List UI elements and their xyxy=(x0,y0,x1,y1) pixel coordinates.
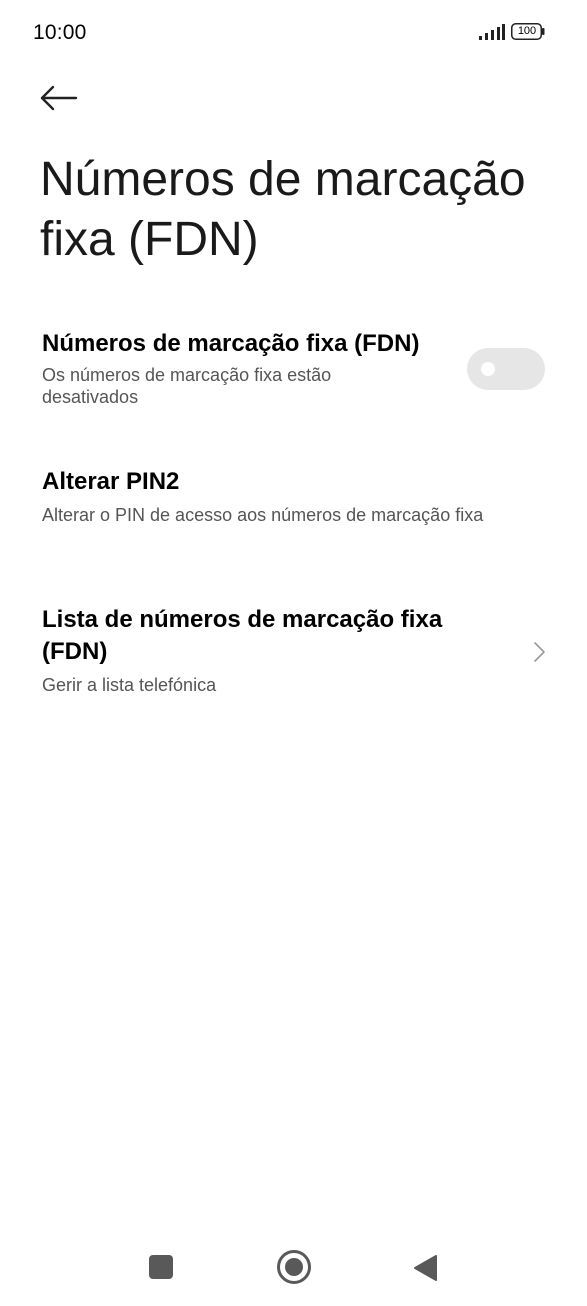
setting-title: Números de marcação fixa (FDN) xyxy=(42,330,420,357)
page-title: Números de marcação fixa (FDN) xyxy=(40,153,526,266)
toggle-knob xyxy=(481,362,495,376)
home-circle-icon[interactable] xyxy=(276,1249,312,1285)
setting-fdn-list[interactable]: Lista de números de marcação fixa (FDN) … xyxy=(0,600,587,710)
fdn-toggle-switch[interactable] xyxy=(467,348,545,390)
chevron-right-icon xyxy=(534,642,545,662)
status-bar: 10:00 100 xyxy=(0,0,587,64)
setting-summary: Gerir a lista telefónica xyxy=(42,675,217,695)
signal-icon xyxy=(479,24,505,40)
setting-summary: Alterar o PIN de acesso aos números de m… xyxy=(42,505,484,525)
navigation-bar xyxy=(0,1226,587,1306)
setting-title: Lista de números de marcação fixa (FDN) xyxy=(42,606,443,665)
status-time: 10:00 xyxy=(33,21,87,44)
recents-square-icon[interactable] xyxy=(148,1255,174,1279)
arrow-left-icon xyxy=(40,85,78,111)
back-button[interactable] xyxy=(36,78,82,118)
setting-summary: Os números de marcação fixa estão desati… xyxy=(42,365,332,407)
setting-change-pin2[interactable]: Alterar PIN2 Alterar o PIN de acesso aos… xyxy=(0,460,587,560)
back-triangle-icon[interactable] xyxy=(412,1254,438,1282)
setting-title: Alterar PIN2 xyxy=(42,468,180,495)
battery-level: 100 xyxy=(517,25,537,37)
